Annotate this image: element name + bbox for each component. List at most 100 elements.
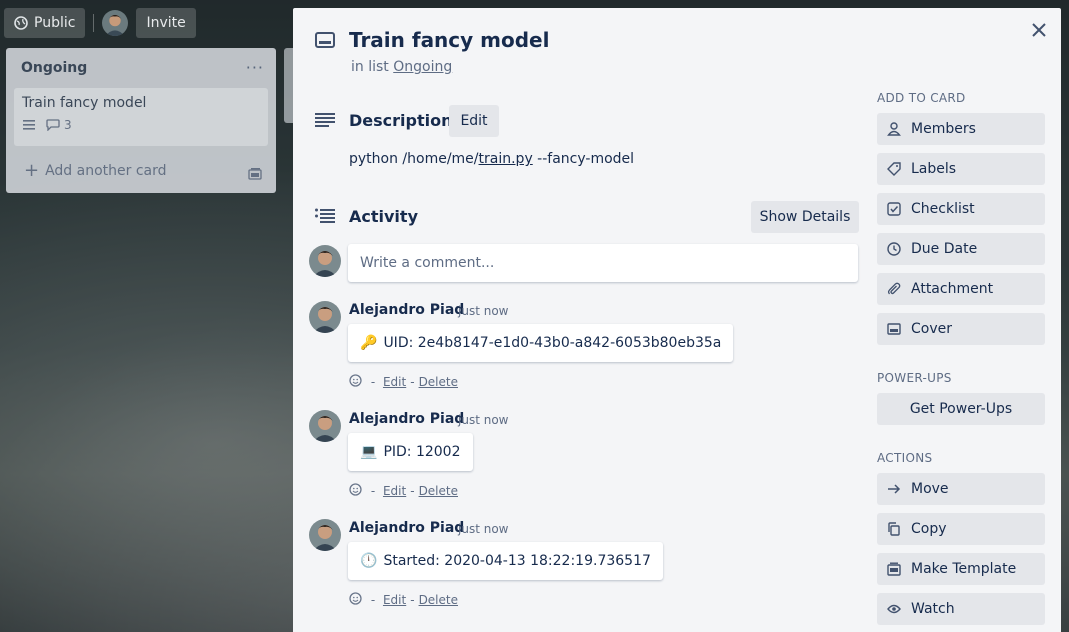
arrow-right-icon <box>887 482 901 496</box>
comment-badge: 3 <box>46 118 72 132</box>
template-icon <box>887 562 901 576</box>
list-menu-button[interactable]: ··· <box>246 58 264 77</box>
description-text-end: --fancy-model <box>532 151 635 167</box>
delete-comment-link[interactable]: Delete <box>419 593 458 607</box>
comment-actions: - Edit - Delete <box>349 482 458 499</box>
edit-comment-link[interactable]: Edit <box>383 484 406 498</box>
comment-icon <box>46 118 60 132</box>
members-button[interactable]: Members <box>877 113 1045 145</box>
delete-comment-link[interactable]: Delete <box>419 484 458 498</box>
labels-label: Labels <box>911 161 957 177</box>
add-reaction-icon[interactable] <box>349 591 363 608</box>
copy-button[interactable]: Copy <box>877 513 1045 545</box>
watch-label: Watch <box>911 601 955 617</box>
move-button[interactable]: Move <box>877 473 1045 505</box>
watch-button[interactable]: Watch <box>877 593 1045 625</box>
comment-input[interactable]: Write a comment... <box>348 244 858 282</box>
comment-time[interactable]: just now <box>458 522 508 536</box>
checkbox-icon <box>887 202 901 216</box>
due-date-button[interactable]: Due Date <box>877 233 1045 265</box>
avatar <box>309 519 341 551</box>
edit-description-button[interactable]: Edit <box>449 105 499 137</box>
comment-author[interactable]: Alejandro Piad <box>349 411 464 427</box>
comment-bubble[interactable]: 🕛 Started: 2020-04-13 18:22:19.736517 <box>348 542 663 580</box>
add-card-label: Add another card <box>45 163 167 179</box>
list-card-badges: 3 <box>22 118 260 132</box>
comment-count: 3 <box>64 118 72 132</box>
invite-label: Invite <box>146 15 186 31</box>
members-label: Members <box>911 121 976 137</box>
cover-label: Cover <box>911 321 952 337</box>
comment-actions: - Edit - Delete <box>349 373 458 390</box>
clock-icon <box>887 242 901 256</box>
copy-icon <box>887 522 901 536</box>
person-icon <box>887 122 901 136</box>
list-card-title: Train fancy model <box>22 95 147 111</box>
due-date-label: Due Date <box>911 241 978 257</box>
key-icon: 🔑 <box>360 335 378 351</box>
show-details-button[interactable]: Show Details <box>751 201 859 233</box>
power-ups-heading: POWER-UPS <box>877 371 952 385</box>
avatar <box>309 245 341 277</box>
comment-actions: - Edit - Delete <box>349 591 458 608</box>
copy-label: Copy <box>911 521 947 537</box>
comment-time[interactable]: just now <box>458 304 508 318</box>
comment-text: UID: 2e4b8147-e1d0-43b0-a842-6053b80eb35… <box>383 335 722 351</box>
description-icon <box>315 112 335 132</box>
actions-heading: ACTIONS <box>877 451 933 465</box>
comment-author[interactable]: Alejandro Piad <box>349 520 464 536</box>
attachment-button[interactable]: Attachment <box>877 273 1045 305</box>
labels-button[interactable]: Labels <box>877 153 1045 185</box>
make-template-button[interactable]: Make Template <box>877 553 1045 585</box>
cover-icon <box>887 322 901 336</box>
comment-author[interactable]: Alejandro Piad <box>349 302 464 318</box>
clock-icon: 🕛 <box>360 553 378 569</box>
comment-time[interactable]: just now <box>458 413 508 427</box>
avatar <box>309 410 341 442</box>
list-name-link[interactable]: Ongoing <box>393 59 452 75</box>
description-text[interactable]: python /home/me/train.py --fancy-model <box>349 151 634 167</box>
description-text-start: python /home/me/ <box>349 151 479 167</box>
card-icon <box>315 32 335 52</box>
add-reaction-icon[interactable] <box>349 373 363 390</box>
visibility-button[interactable]: Public <box>4 8 86 38</box>
close-icon[interactable] <box>1031 22 1047 42</box>
globe-icon <box>14 16 28 30</box>
divider <box>93 14 95 32</box>
board-header: Public Invite <box>4 8 196 38</box>
add-reaction-icon[interactable] <box>349 482 363 499</box>
edit-comment-link[interactable]: Edit <box>383 375 406 389</box>
comment-text: Started: 2020-04-13 18:22:19.736517 <box>383 553 651 569</box>
create-from-template-icon[interactable] <box>248 165 262 184</box>
attachment-label: Attachment <box>911 281 994 297</box>
checklist-button[interactable]: Checklist <box>877 193 1045 225</box>
invite-button[interactable]: Invite <box>136 8 196 38</box>
in-list-prefix: in list <box>351 59 389 75</box>
paperclip-icon <box>887 282 901 296</box>
eye-icon <box>887 602 901 616</box>
tag-icon <box>887 162 901 176</box>
cover-button[interactable]: Cover <box>877 313 1045 345</box>
card-title[interactable]: Train fancy model <box>349 28 549 52</box>
visibility-label: Public <box>34 15 76 31</box>
checklist-label: Checklist <box>911 201 975 217</box>
list-title[interactable]: Ongoing <box>21 60 87 76</box>
activity-icon <box>315 208 335 228</box>
activity-heading: Activity <box>349 207 418 226</box>
description-icon <box>22 118 36 132</box>
comment-bubble[interactable]: 💻 PID: 12002 <box>348 433 473 471</box>
board-member-avatar[interactable] <box>102 10 129 36</box>
get-power-ups-button[interactable]: Get Power-Ups <box>877 393 1045 425</box>
description-link[interactable]: train.py <box>479 151 533 167</box>
list-card[interactable]: Train fancy model 3 <box>14 88 268 146</box>
avatar <box>309 301 341 333</box>
description-heading: Description <box>349 111 453 130</box>
add-to-card-heading: ADD TO CARD <box>877 91 966 105</box>
make-template-label: Make Template <box>911 561 1017 577</box>
comment-bubble[interactable]: 🔑 UID: 2e4b8147-e1d0-43b0-a842-6053b80eb… <box>348 324 734 362</box>
in-list-line: in list Ongoing <box>351 59 452 75</box>
comment-text: PID: 12002 <box>383 444 461 460</box>
edit-comment-link[interactable]: Edit <box>383 593 406 607</box>
add-card-button[interactable]: + Add another card <box>24 162 167 180</box>
delete-comment-link[interactable]: Delete <box>419 375 458 389</box>
